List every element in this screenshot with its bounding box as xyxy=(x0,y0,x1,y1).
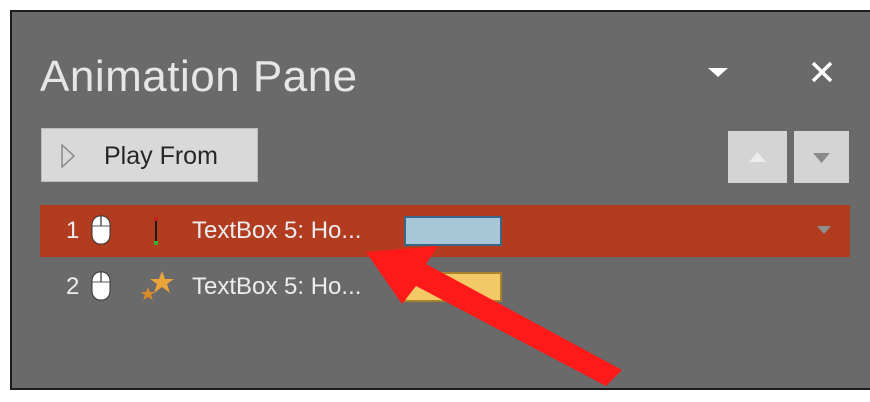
timeline-bar xyxy=(404,216,502,246)
triangle-down-icon[interactable] xyxy=(815,223,833,237)
close-icon xyxy=(811,61,833,83)
timeline-bar xyxy=(404,272,502,302)
play-from-button[interactable]: Play From xyxy=(41,128,258,182)
move-earlier-button[interactable] xyxy=(728,131,787,183)
move-later-button[interactable] xyxy=(794,131,849,183)
task-pane-options-button[interactable] xyxy=(706,62,730,86)
animation-label: TextBox 5: Ho... xyxy=(192,217,362,244)
mouse-click-icon xyxy=(91,215,111,245)
animation-order-number: 1 xyxy=(66,217,80,244)
play-from-label: Play From xyxy=(104,142,218,170)
triangle-up-icon xyxy=(749,152,766,162)
animation-list-item[interactable]: 2 TextBox 5: Ho... xyxy=(40,261,850,313)
animation-pane: Animation Pane Play From 1 TextBox 5: Ho… xyxy=(10,10,870,390)
pane-title: Animation Pane xyxy=(40,52,358,101)
mouse-click-icon xyxy=(91,271,111,301)
animation-label: TextBox 5: Ho... xyxy=(192,273,362,300)
animation-order-number: 2 xyxy=(66,273,80,300)
appear-effect-icon xyxy=(154,217,158,245)
triangle-down-icon xyxy=(708,68,728,77)
play-icon xyxy=(61,143,76,169)
star-emphasis-icon xyxy=(141,271,174,300)
close-pane-button[interactable] xyxy=(809,56,835,86)
triangle-down-icon xyxy=(813,153,830,163)
animation-list-item[interactable]: 1 TextBox 5: Ho... xyxy=(40,205,850,257)
